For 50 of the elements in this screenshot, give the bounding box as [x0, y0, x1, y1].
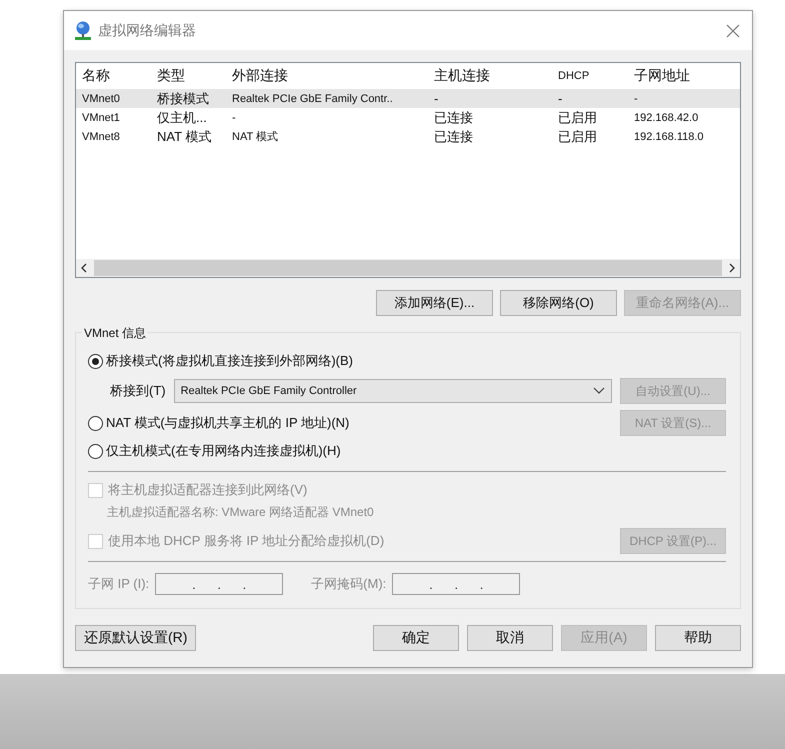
dialog-button[interactable]: 确定: [373, 625, 459, 651]
column-header[interactable]: DHCP: [552, 70, 628, 82]
dialog-button[interactable]: 添加网络(E)...: [376, 290, 493, 316]
horizontal-scrollbar[interactable]: [76, 259, 740, 277]
column-header[interactable]: 子网地址: [628, 67, 738, 85]
dialog-button[interactable]: 帮助: [655, 625, 741, 651]
radio-button[interactable]: [88, 444, 103, 458]
group-title: VMnet 信息: [82, 325, 148, 342]
close-icon[interactable]: [726, 24, 740, 38]
radio-button[interactable]: [88, 416, 103, 430]
table-cell-text: -: [633, 92, 639, 104]
table-cell-text: 桥接模式: [156, 90, 210, 108]
table-cell-text: -: [433, 91, 440, 106]
window-title: 虚拟网络编辑器: [98, 22, 197, 40]
table-row[interactable]: VMnet1 仅主机... - 已连接 已启用 192.168.42.0: [76, 108, 740, 127]
bridge-to-label: 桥接到(T): [110, 382, 166, 400]
table-cell-text: 192.168.42.0: [633, 112, 700, 124]
table-cell-text: -: [557, 91, 564, 106]
table-cell-text: 192.168.118.0: [633, 130, 705, 142]
table-cell-text: NAT 模式: [231, 130, 280, 144]
adapter-dropdown[interactable]: Realtek PCIe GbE Family Controller: [174, 379, 612, 403]
column-header[interactable]: 类型: [151, 67, 226, 85]
table-cell-text: NAT 模式: [156, 128, 212, 146]
column-header[interactable]: 名称: [76, 67, 151, 85]
dialog-button[interactable]: 还原默认设置(R): [75, 625, 196, 651]
table-cell-text: 已启用: [557, 128, 598, 146]
table-cell-text: VMnet0: [81, 92, 121, 104]
table-row[interactable]: VMnet8 NAT 模式 NAT 模式 已连接 已启用 192.168.118.0: [76, 127, 740, 146]
radio-label[interactable]: NAT 模式(与虚拟机共享主机的 IP 地址)(N): [106, 414, 350, 432]
table-cell-text: VMnet1: [81, 112, 121, 124]
table-cell-text: VMnet8: [81, 130, 121, 142]
column-header[interactable]: 主机连接: [428, 67, 552, 85]
radio-label[interactable]: 桥接模式(将虚拟机直接连接到外部网络)(B): [106, 352, 353, 370]
adapter-name-note: 主机虚拟适配器名称: VMware 网络适配器 VMnet0: [106, 504, 375, 521]
subnet-mask-label: 子网掩码(M):: [311, 575, 386, 593]
table-cell-text: -: [231, 112, 237, 124]
table-row[interactable]: VMnet0 桥接模式 Realtek PCIe GbE Family Contr.. - - -: [76, 89, 740, 108]
dialog-button[interactable]: 移除网络(O): [500, 290, 617, 316]
table-cell-text: 仅主机...: [156, 108, 208, 126]
network-globe-icon: [74, 20, 92, 40]
subnet-ip-label: 子网 IP (I):: [88, 575, 150, 593]
radio-label[interactable]: 仅主机模式(在专用网络内连接虚拟机)(H): [106, 442, 341, 460]
dialog-button[interactable]: 取消: [467, 625, 553, 651]
table-cell-text: 已启用: [557, 108, 598, 126]
dropdown-chevron-icon: [593, 387, 605, 395]
column-header[interactable]: 外部连接: [226, 67, 428, 85]
table-cell-text: 已连接: [433, 108, 474, 126]
table-cell-text: 已连接: [433, 128, 474, 146]
radio-button[interactable]: [88, 354, 103, 368]
table-cell-text: Realtek PCIe GbE Family Contr..: [231, 92, 394, 104]
